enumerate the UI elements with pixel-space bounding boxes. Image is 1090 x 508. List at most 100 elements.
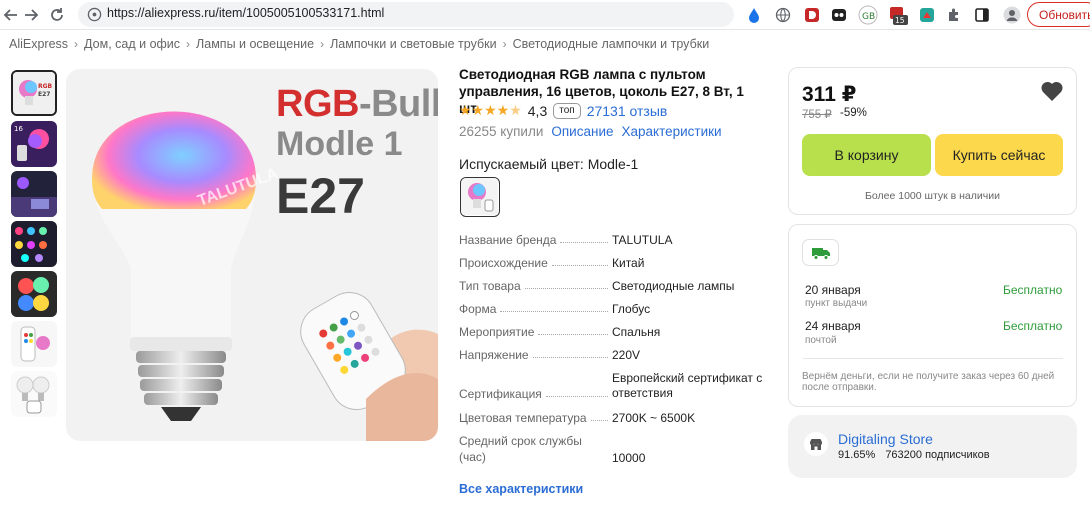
delivery-truck-icon [802, 239, 839, 266]
globe-extension-icon[interactable] [773, 5, 793, 25]
back-arrow-icon[interactable] [0, 4, 22, 26]
delivery-divider [803, 358, 1063, 359]
old-price: 755 ₽ [802, 109, 832, 121]
spec-name-cell: Сертификация [459, 371, 612, 401]
spec-dot-leader [500, 311, 608, 312]
e27-text: E27 [276, 168, 365, 224]
svg-text:E27: E27 [38, 91, 50, 98]
spec-value: Светодиодные лампы [612, 279, 735, 293]
profile-avatar-icon[interactable] [1002, 5, 1022, 25]
site-info-icon[interactable] [87, 7, 102, 22]
delivery-date: 24 января [805, 319, 861, 333]
modle-text: Modle 1 [276, 125, 403, 163]
spec-name-cell: Напряжение [459, 348, 612, 362]
spec-name: Название бренда [459, 233, 557, 247]
breadcrumb-item[interactable]: Лампы и освещение [196, 37, 314, 51]
spec-name-cell: Название бренда [459, 233, 612, 247]
spec-value: Европейский сертификат с ответствия [612, 371, 763, 400]
url-text[interactable]: https://aliexpress.ru/item/1005005100533… [107, 6, 384, 20]
favorite-heart-icon[interactable] [1040, 80, 1064, 102]
stock-info: Более 1000 штук в наличии [865, 190, 1000, 202]
spec-name-cell: Форма [459, 302, 612, 316]
spec-value: 2700K ~ 6500K [612, 411, 696, 425]
sales-row: 26255 купили Описание Характеристики [459, 124, 722, 139]
gb-extension-icon[interactable]: GB [858, 5, 878, 25]
spec-name-cell: Тип товара [459, 279, 612, 293]
spec-name-cell: Средний срок службы (час) [459, 433, 612, 465]
inbox-extension-icon[interactable]: 15 [888, 5, 908, 25]
breadcrumb: AliExpress › Дом, сад и офис › Лампы и освещ… [9, 37, 709, 51]
side-panel-icon[interactable] [972, 5, 992, 25]
drop-extension-icon[interactable] [744, 5, 764, 25]
description-link[interactable]: Описание [551, 124, 613, 139]
spec-value: TALUTULA [612, 233, 673, 247]
store-name-link[interactable]: Digitaling Store [838, 431, 933, 447]
reload-icon[interactable] [46, 4, 68, 26]
thumbnail-5[interactable] [11, 271, 57, 317]
spec-dot-leader [532, 357, 608, 358]
reviews-link[interactable]: 27131 отзыв [587, 103, 668, 119]
specs-link[interactable]: Характеристики [622, 124, 722, 139]
spec-row: Происхождение Китай [459, 256, 779, 270]
spec-dot-leader [560, 242, 608, 243]
svg-text:RGB: RGB [38, 83, 53, 90]
breadcrumb-item[interactable]: Светодиодные лампочки и трубки [513, 37, 710, 51]
breadcrumb-item[interactable]: Дом, сад и офис [84, 37, 180, 51]
spec-value: 220V [612, 348, 641, 362]
price: 311 ₽ [802, 83, 857, 106]
spec-row: Цветовая температура 2700K ~ 6500K [459, 411, 779, 425]
spec-value: Китай [612, 256, 645, 270]
forward-arrow-icon[interactable] [20, 4, 42, 26]
spec-dot-leader [538, 334, 608, 335]
chevron-right-icon: › [186, 37, 191, 51]
thumbnail-1[interactable]: RGB E27 [11, 70, 57, 116]
spec-dot-leader [524, 288, 608, 289]
discount-badge: -59% [840, 107, 867, 119]
spec-row: Напряжение 220V [459, 348, 779, 362]
share-extension-icon[interactable] [917, 5, 937, 25]
spec-row: Сертификация Европейский сертификат с отв… [459, 371, 779, 401]
svg-text:GB: GB [862, 12, 875, 22]
red-d-extension-icon[interactable] [802, 5, 822, 25]
spec-dot-leader [545, 396, 608, 397]
store-rating: 91.65% [838, 449, 876, 461]
puzzle-extensions-icon[interactable] [944, 5, 964, 25]
thumbnail-6[interactable] [11, 321, 57, 367]
rating-value: 4,3 [527, 102, 548, 119]
spec-value: 10000 [612, 451, 646, 465]
breadcrumb-item[interactable]: Лампочки и световые трубки [330, 37, 497, 51]
delivery-method: почтой [805, 335, 837, 346]
color-label: Испускаемый цвет: Modle-1 [459, 156, 639, 172]
spec-row: Форма Глобус [459, 302, 779, 316]
buy-now-button[interactable]: Купить сейчас [935, 134, 1063, 176]
spec-name: Мероприятие [459, 325, 535, 339]
thumbnail-3[interactable] [11, 171, 57, 217]
color-option-modle-1[interactable] [460, 177, 500, 217]
delivery-date: 20 января [805, 283, 861, 297]
add-to-cart-button[interactable]: В корзину [802, 134, 931, 176]
mask-extension-icon[interactable] [829, 5, 849, 25]
thumbnail-2[interactable]: 16 [11, 121, 57, 167]
spec-name: Сертификация [459, 387, 542, 401]
store-subscribers: 763200 подписчиков [885, 449, 990, 461]
top-badge: топ [553, 102, 581, 119]
thumbnail-4[interactable] [11, 221, 57, 267]
spec-dot-leader [590, 420, 608, 421]
chevron-right-icon: › [502, 37, 507, 51]
spec-name-cell: Цветовая температура [459, 411, 612, 425]
spec-name: Происхождение [459, 256, 548, 270]
thumbnail-7[interactable] [11, 371, 57, 417]
delivery-price: Бесплатно [1003, 283, 1063, 297]
update-button[interactable]: Обновить [1027, 2, 1090, 27]
spec-row: Средний срок службы (час) 10000 [459, 433, 779, 465]
svg-text:16: 16 [14, 125, 23, 133]
spec-name: Средний срок службы (час) [459, 434, 582, 464]
all-specs-link[interactable]: Все характеристики [459, 482, 583, 496]
main-product-image[interactable]: RGB-Bulb Modle 1 E27 TALUTULA [66, 69, 438, 441]
delivery-method: пункт выдачи [805, 298, 868, 309]
breadcrumb-item[interactable]: AliExpress [9, 37, 68, 51]
spec-name: Напряжение [459, 348, 529, 362]
refund-note: Вернём деньги, если не получите заказ че… [802, 371, 1055, 393]
spec-name: Форма [459, 302, 497, 316]
address-bar[interactable]: https://aliexpress.ru/item/1005005100533… [78, 2, 734, 27]
